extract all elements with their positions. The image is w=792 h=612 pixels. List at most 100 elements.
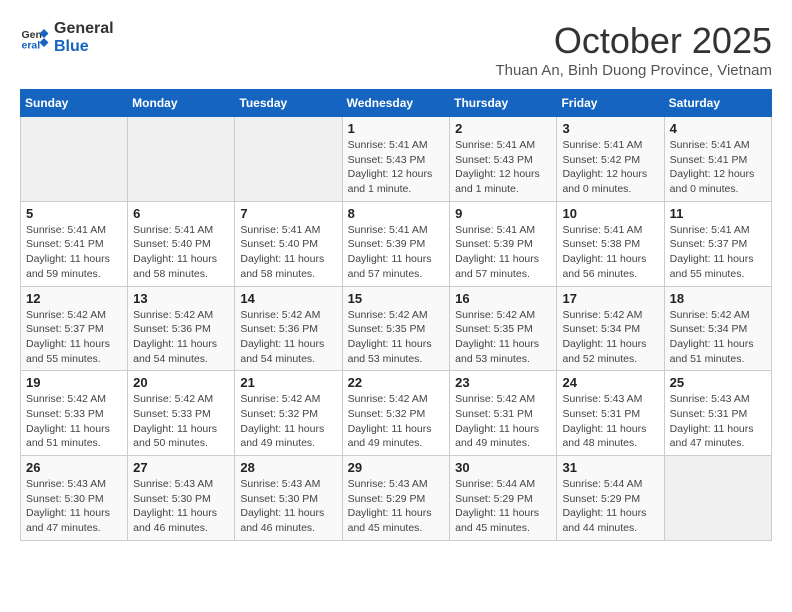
title-section: October 2025 Thuan An, Binh Duong Provin…	[495, 20, 772, 79]
location-title: Thuan An, Binh Duong Province, Vietnam	[495, 62, 772, 79]
day-info: Sunrise: 5:41 AM Sunset: 5:41 PM Dayligh…	[26, 223, 122, 282]
day-cell: 26 Sunrise: 5:43 AM Sunset: 5:30 PM Dayli…	[21, 456, 128, 541]
day-number: 31	[562, 460, 658, 475]
weekday-header-friday: Friday	[557, 90, 664, 117]
day-info: Sunrise: 5:41 AM Sunset: 5:37 PM Dayligh…	[670, 223, 766, 282]
day-cell: 24 Sunrise: 5:43 AM Sunset: 5:31 PM Dayli…	[557, 371, 664, 456]
day-info: Sunrise: 5:41 AM Sunset: 5:39 PM Dayligh…	[455, 223, 551, 282]
day-number: 6	[133, 206, 229, 221]
day-info: Sunrise: 5:42 AM Sunset: 5:37 PM Dayligh…	[26, 308, 122, 367]
day-info: Sunrise: 5:41 AM Sunset: 5:43 PM Dayligh…	[348, 138, 445, 197]
day-info: Sunrise: 5:41 AM Sunset: 5:42 PM Dayligh…	[562, 138, 658, 197]
day-number: 20	[133, 375, 229, 390]
day-cell: 12 Sunrise: 5:42 AM Sunset: 5:37 PM Dayli…	[21, 286, 128, 371]
day-number: 29	[348, 460, 445, 475]
day-info: Sunrise: 5:42 AM Sunset: 5:36 PM Dayligh…	[240, 308, 336, 367]
logo: Gen eral General Blue	[20, 20, 114, 55]
day-cell: 28Sunrise: 5:43 AM Sunset: 5:30 PM Dayli…	[235, 456, 342, 541]
day-number: 1	[348, 121, 445, 136]
day-info: Sunrise: 5:41 AM Sunset: 5:40 PM Dayligh…	[133, 223, 229, 282]
weekday-header-monday: Monday	[128, 90, 235, 117]
day-cell	[21, 117, 128, 202]
day-cell: 25 Sunrise: 5:43 AM Sunset: 5:31 PM Dayli…	[664, 371, 771, 456]
day-info: Sunrise: 5:41 AM Sunset: 5:38 PM Dayligh…	[562, 223, 658, 282]
day-cell: 7 Sunrise: 5:41 AM Sunset: 5:40 PM Daylig…	[235, 201, 342, 286]
day-number: 14	[240, 291, 336, 306]
day-info: Sunrise: 5:42 AM Sunset: 5:35 PM Dayligh…	[348, 308, 445, 367]
day-info: Sunrise: 5:42 AM Sunset: 5:34 PM Dayligh…	[670, 308, 766, 367]
day-cell: 20 Sunrise: 5:42 AM Sunset: 5:33 PM Dayli…	[128, 371, 235, 456]
weekday-header-sunday: Sunday	[21, 90, 128, 117]
day-cell: 23 Sunrise: 5:42 AM Sunset: 5:31 PM Dayli…	[450, 371, 557, 456]
day-info: Sunrise: 5:43 AM Sunset: 5:29 PM Dayligh…	[348, 477, 445, 536]
day-cell: 15 Sunrise: 5:42 AM Sunset: 5:35 PM Dayli…	[342, 286, 450, 371]
day-cell: 3 Sunrise: 5:41 AM Sunset: 5:42 PM Daylig…	[557, 117, 664, 202]
week-row-4: 19 Sunrise: 5:42 AM Sunset: 5:33 PM Dayli…	[21, 371, 772, 456]
day-number: 24	[562, 375, 658, 390]
logo-text-general: General	[54, 20, 114, 38]
day-info: Sunrise: 5:41 AM Sunset: 5:41 PM Dayligh…	[670, 138, 766, 197]
day-number: 25	[670, 375, 766, 390]
day-number: 21	[240, 375, 336, 390]
day-number: 23	[455, 375, 551, 390]
page-header: Gen eral General Blue October 2025 Thuan…	[20, 20, 772, 79]
day-cell	[235, 117, 342, 202]
day-cell: 21Sunrise: 5:42 AM Sunset: 5:32 PM Dayli…	[235, 371, 342, 456]
day-number: 11	[670, 206, 766, 221]
day-info: Sunrise: 5:44 AM Sunset: 5:29 PM Dayligh…	[562, 477, 658, 536]
day-number: 16	[455, 291, 551, 306]
day-info: Sunrise: 5:42 AM Sunset: 5:35 PM Dayligh…	[455, 308, 551, 367]
day-info: Sunrise: 5:42 AM Sunset: 5:32 PM Dayligh…	[348, 392, 445, 451]
day-cell: 22 Sunrise: 5:42 AM Sunset: 5:32 PM Dayli…	[342, 371, 450, 456]
weekday-header-row: SundayMondayTuesdayWednesdayThursdayFrid…	[21, 90, 772, 117]
day-cell: 13Sunrise: 5:42 AM Sunset: 5:36 PM Dayli…	[128, 286, 235, 371]
day-cell: 17 Sunrise: 5:42 AM Sunset: 5:34 PM Dayli…	[557, 286, 664, 371]
day-info: Sunrise: 5:41 AM Sunset: 5:39 PM Dayligh…	[348, 223, 445, 282]
month-title: October 2025	[495, 20, 772, 62]
day-number: 7	[240, 206, 336, 221]
day-cell: 27Sunrise: 5:43 AM Sunset: 5:30 PM Dayli…	[128, 456, 235, 541]
day-cell: 10Sunrise: 5:41 AM Sunset: 5:38 PM Dayli…	[557, 201, 664, 286]
day-cell: 1 Sunrise: 5:41 AM Sunset: 5:43 PM Daylig…	[342, 117, 450, 202]
day-info: Sunrise: 5:43 AM Sunset: 5:31 PM Dayligh…	[562, 392, 658, 451]
day-number: 5	[26, 206, 122, 221]
day-cell: 8 Sunrise: 5:41 AM Sunset: 5:39 PM Daylig…	[342, 201, 450, 286]
week-row-5: 26 Sunrise: 5:43 AM Sunset: 5:30 PM Dayli…	[21, 456, 772, 541]
day-number: 12	[26, 291, 122, 306]
day-cell: 6 Sunrise: 5:41 AM Sunset: 5:40 PM Daylig…	[128, 201, 235, 286]
day-info: Sunrise: 5:43 AM Sunset: 5:31 PM Dayligh…	[670, 392, 766, 451]
logo-text-blue: Blue	[54, 38, 114, 56]
day-number: 17	[562, 291, 658, 306]
day-info: Sunrise: 5:44 AM Sunset: 5:29 PM Dayligh…	[455, 477, 551, 536]
day-info: Sunrise: 5:42 AM Sunset: 5:34 PM Dayligh…	[562, 308, 658, 367]
day-info: Sunrise: 5:42 AM Sunset: 5:33 PM Dayligh…	[26, 392, 122, 451]
day-info: Sunrise: 5:41 AM Sunset: 5:40 PM Dayligh…	[240, 223, 336, 282]
day-number: 26	[26, 460, 122, 475]
day-number: 19	[26, 375, 122, 390]
week-row-2: 5 Sunrise: 5:41 AM Sunset: 5:41 PM Daylig…	[21, 201, 772, 286]
day-cell: 9 Sunrise: 5:41 AM Sunset: 5:39 PM Daylig…	[450, 201, 557, 286]
day-number: 9	[455, 206, 551, 221]
svg-text:eral: eral	[22, 39, 41, 51]
weekday-header-saturday: Saturday	[664, 90, 771, 117]
day-cell: 30Sunrise: 5:44 AM Sunset: 5:29 PM Dayli…	[450, 456, 557, 541]
day-cell: 19 Sunrise: 5:42 AM Sunset: 5:33 PM Dayli…	[21, 371, 128, 456]
day-number: 13	[133, 291, 229, 306]
logo-icon: Gen eral	[20, 23, 50, 53]
day-info: Sunrise: 5:43 AM Sunset: 5:30 PM Dayligh…	[133, 477, 229, 536]
weekday-header-thursday: Thursday	[450, 90, 557, 117]
day-info: Sunrise: 5:43 AM Sunset: 5:30 PM Dayligh…	[240, 477, 336, 536]
day-info: Sunrise: 5:42 AM Sunset: 5:33 PM Dayligh…	[133, 392, 229, 451]
day-info: Sunrise: 5:42 AM Sunset: 5:31 PM Dayligh…	[455, 392, 551, 451]
day-number: 4	[670, 121, 766, 136]
day-info: Sunrise: 5:43 AM Sunset: 5:30 PM Dayligh…	[26, 477, 122, 536]
day-cell: 14 Sunrise: 5:42 AM Sunset: 5:36 PM Dayli…	[235, 286, 342, 371]
day-number: 22	[348, 375, 445, 390]
day-cell: 4 Sunrise: 5:41 AM Sunset: 5:41 PM Daylig…	[664, 117, 771, 202]
day-number: 8	[348, 206, 445, 221]
day-number: 15	[348, 291, 445, 306]
day-cell: 2Sunrise: 5:41 AM Sunset: 5:43 PM Daylig…	[450, 117, 557, 202]
day-cell	[664, 456, 771, 541]
day-number: 3	[562, 121, 658, 136]
day-info: Sunrise: 5:41 AM Sunset: 5:43 PM Dayligh…	[455, 138, 551, 197]
